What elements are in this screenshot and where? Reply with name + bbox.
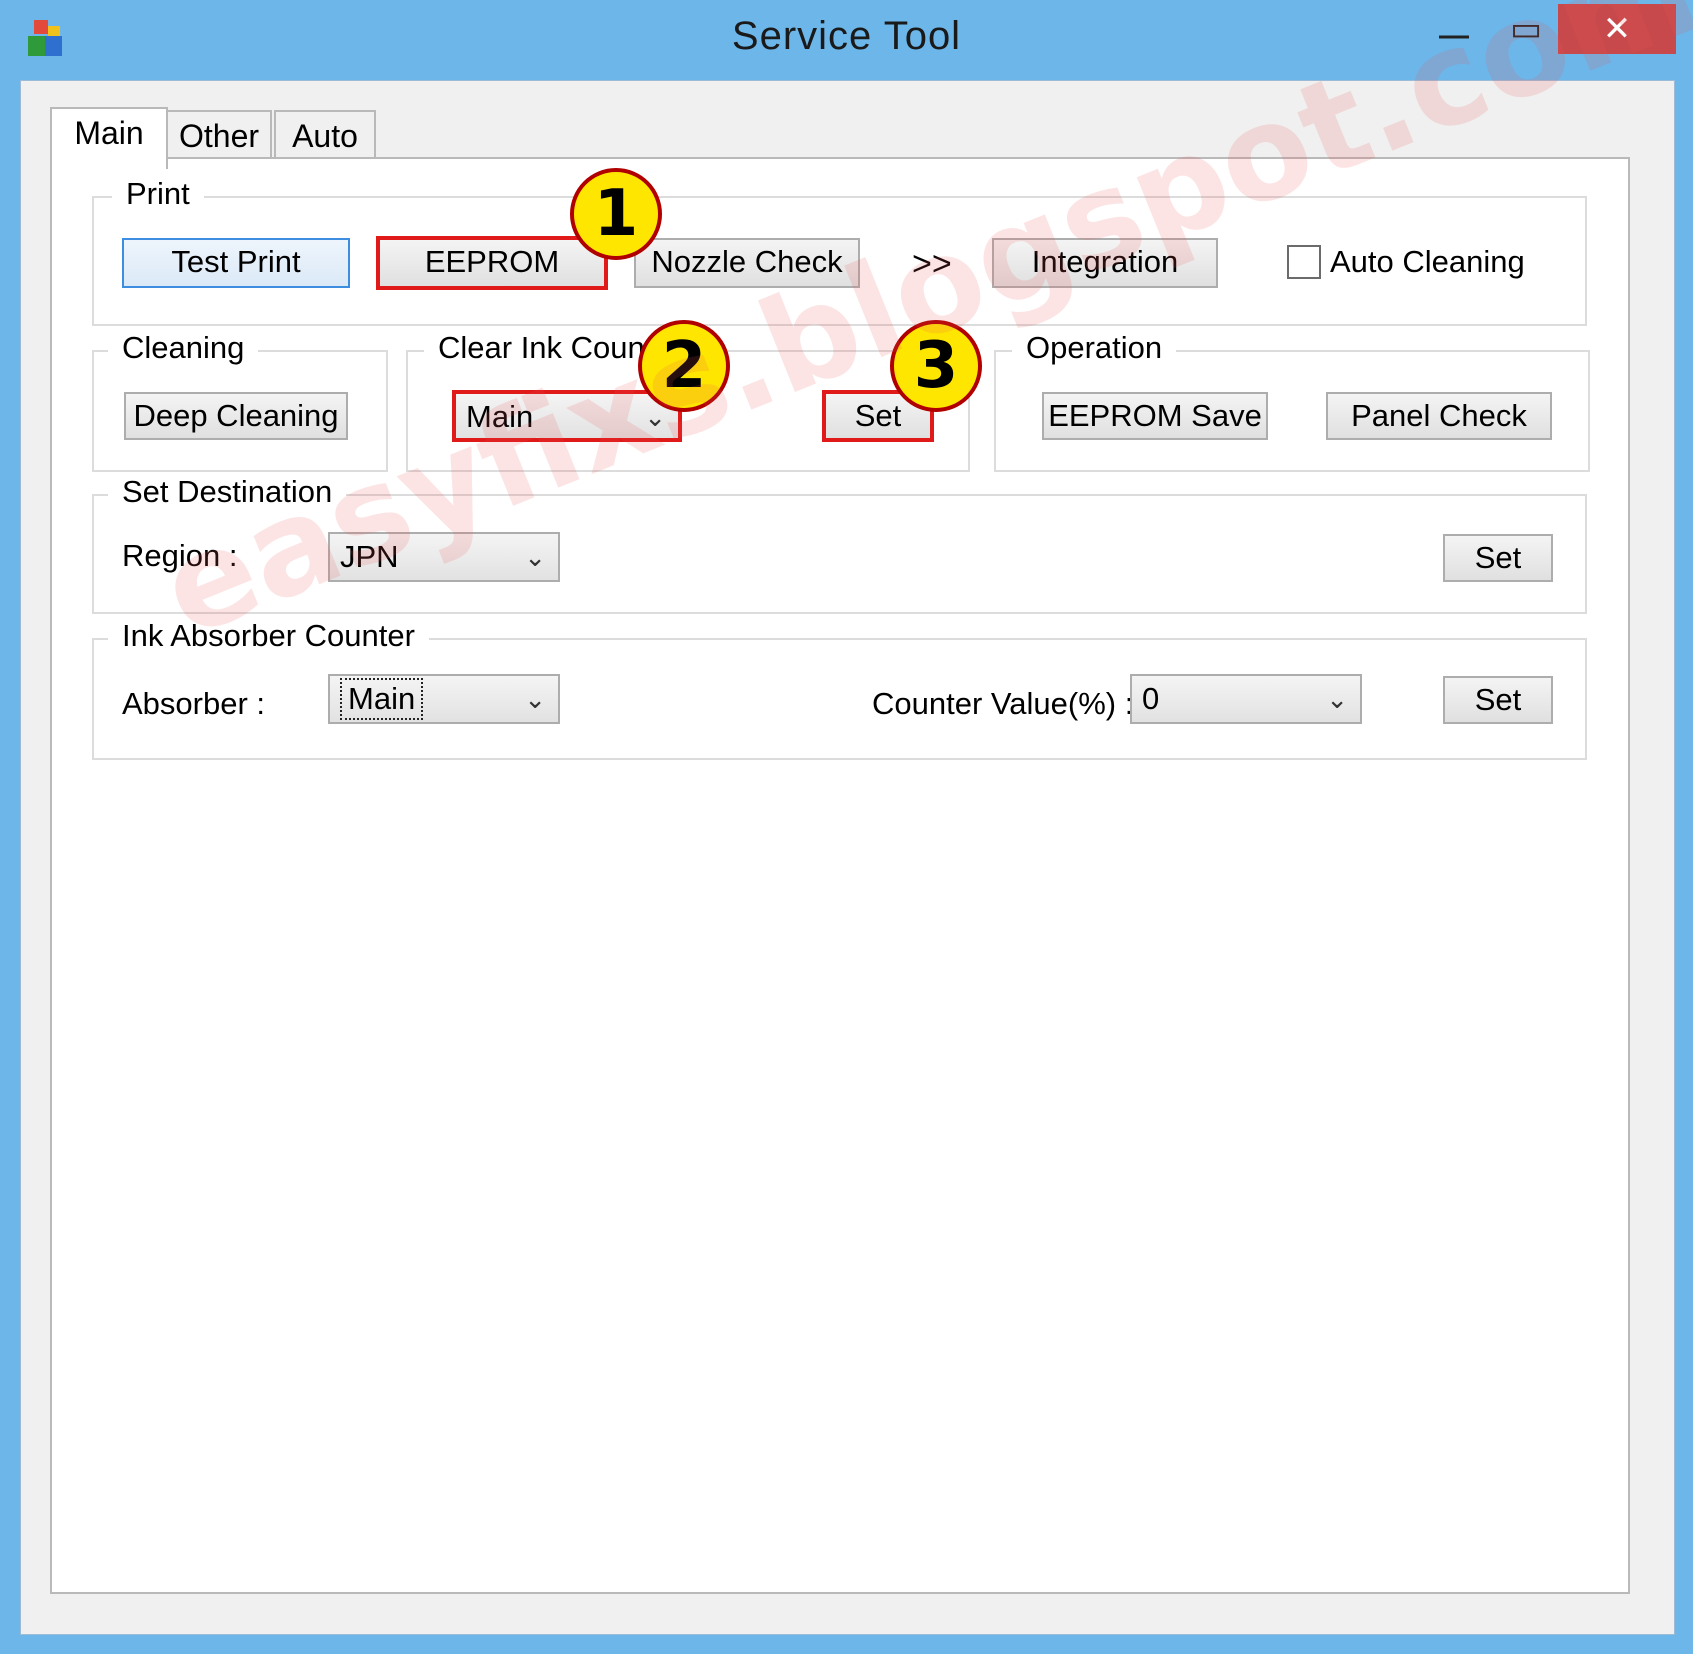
integration-button[interactable]: Integration [992, 238, 1218, 288]
chevron-down-icon: ⌄ [1326, 684, 1348, 714]
clear-ink-select-value: Main [466, 399, 534, 434]
eeprom-button[interactable]: EEPROM [378, 238, 606, 288]
counter-value: 0 [1142, 681, 1160, 716]
maximize-icon: ▭ [1509, 10, 1543, 48]
destination-set-button[interactable]: Set [1443, 534, 1553, 582]
eeprom-save-button[interactable]: EEPROM Save [1042, 392, 1268, 440]
region-select-value: JPN [340, 539, 399, 574]
counter-value-select[interactable]: 0 ⌄ [1130, 674, 1362, 724]
step-marker-1: 1 [570, 168, 662, 260]
nozzle-check-button[interactable]: Nozzle Check [634, 238, 860, 288]
chevron-down-icon: ⌄ [524, 684, 546, 714]
destination-group-label: Set Destination [108, 474, 347, 510]
clear-ink-group-label: Clear Ink Count [424, 330, 668, 366]
absorber-set-button[interactable]: Set [1443, 676, 1553, 724]
deep-cleaning-button[interactable]: Deep Cleaning [124, 392, 348, 440]
panel-check-button[interactable]: Panel Check [1326, 392, 1552, 440]
tab-other[interactable]: Other [166, 110, 272, 160]
cleaning-group-label: Cleaning [108, 330, 259, 366]
tab-auto[interactable]: Auto [274, 110, 376, 160]
chevron-down-icon: ⌄ [524, 542, 546, 572]
destination-group [92, 494, 1587, 614]
absorber-select-value: Main [340, 678, 424, 720]
tab-main-label: Main [74, 115, 144, 151]
minimize-button[interactable]: — [1414, 0, 1494, 58]
tab-main[interactable]: Main [50, 107, 168, 169]
minimize-icon: — [1439, 19, 1469, 52]
absorber-group-label: Ink Absorber Counter [108, 618, 429, 654]
absorber-group [92, 638, 1587, 760]
tab-other-label: Other [178, 118, 260, 154]
operation-group-label: Operation [1012, 330, 1177, 366]
counter-value-label: Counter Value(%) : [872, 686, 1134, 721]
step-marker-2: 2 [638, 320, 730, 412]
maximize-button[interactable]: ▭ [1494, 0, 1558, 58]
close-button[interactable]: ✕ [1558, 4, 1676, 54]
test-print-button[interactable]: Test Print [122, 238, 350, 288]
absorber-label: Absorber : [122, 686, 266, 721]
region-select[interactable]: JPN ⌄ [328, 532, 560, 582]
step-marker-3: 3 [890, 320, 982, 412]
close-icon: ✕ [1602, 10, 1632, 48]
print-group-label: Print [112, 176, 204, 212]
absorber-select[interactable]: Main ⌄ [328, 674, 560, 724]
more-arrows[interactable]: >> [912, 244, 952, 284]
tab-auto-label: Auto [292, 118, 358, 154]
auto-cleaning-checkbox[interactable] [1287, 245, 1321, 279]
auto-cleaning-label: Auto Cleaning [1330, 244, 1525, 279]
clear-ink-select[interactable]: Main ⌄ [454, 392, 680, 440]
region-label: Region : [122, 538, 238, 573]
